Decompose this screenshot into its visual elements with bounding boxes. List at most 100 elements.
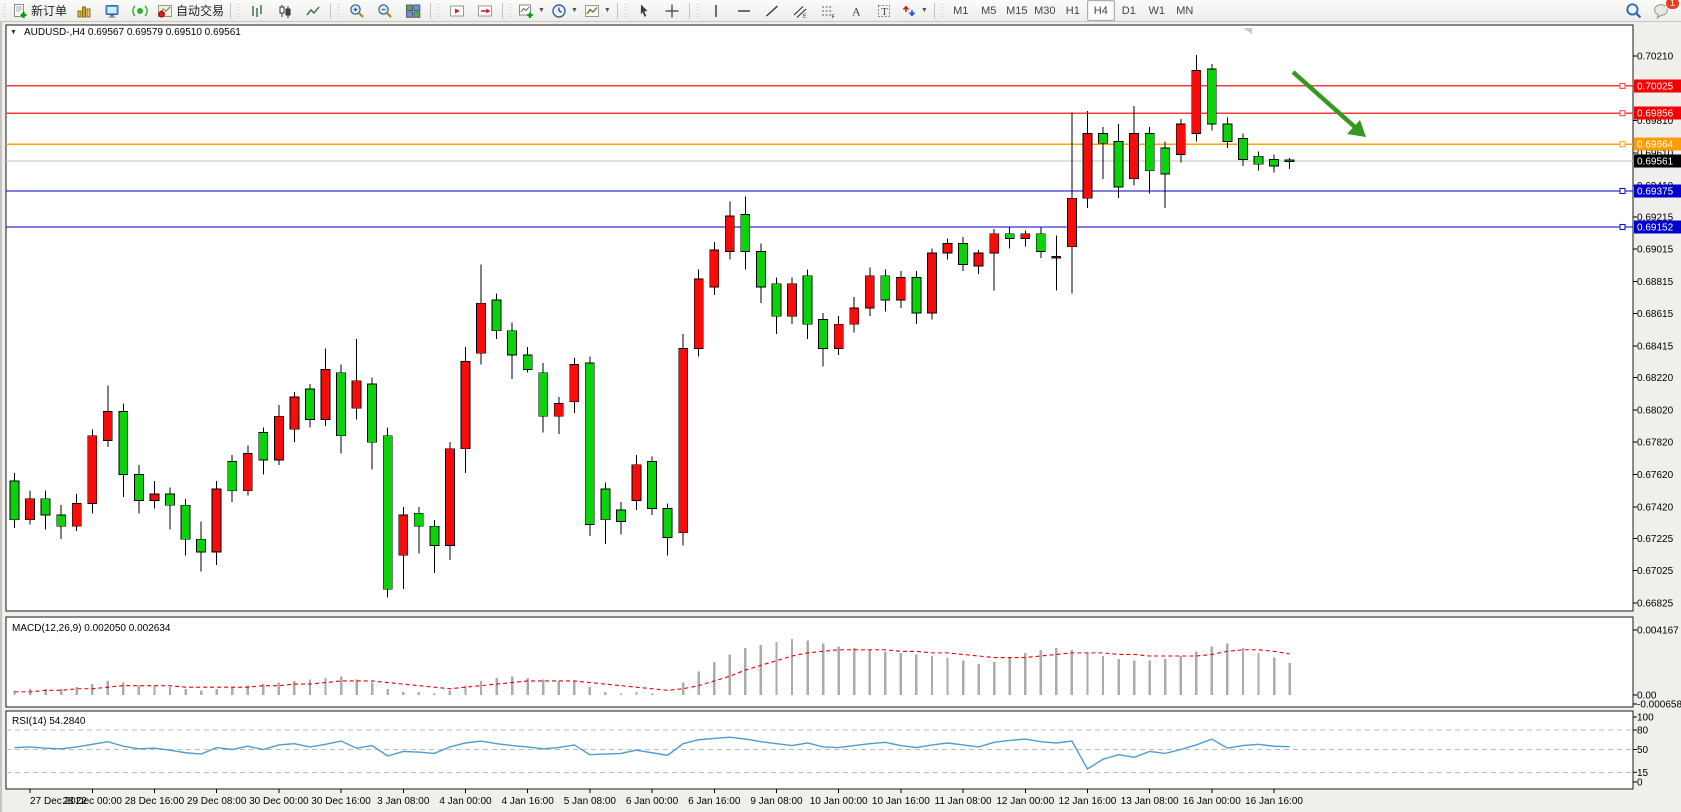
candle [803,276,812,324]
candle [134,475,143,501]
tf-m5-label: M5 [981,5,996,17]
pivot-line-price-text: 0.69664 [1637,140,1674,151]
tf-m30[interactable]: M30 [1031,0,1059,21]
toolbar-separator [230,3,231,19]
current-price-line-price-text: 0.69561 [1637,156,1674,167]
new-order-button[interactable]: 新订单 [9,0,70,21]
time-tick-label: 6 Jan 16:00 [688,796,741,807]
price-tick-label: 0.70210 [1637,52,1674,63]
new-chart-button[interactable]: ▼ [515,0,548,21]
resistance-line-2-handle[interactable] [1620,111,1625,116]
price-chart-canvas[interactable]: 0.702100.700200.698100.696100.694100.692… [0,22,1681,812]
macd-pane[interactable] [6,617,1633,707]
text-label-button[interactable]: T [870,0,898,21]
time-tick-label: 16 Jan 16:00 [1245,796,1303,807]
candle [1207,69,1216,124]
time-tick-label: 6 Jan 00:00 [626,796,679,807]
time-axis[interactable]: 27 Dec 202228 Dec 00:0028 Dec 16:0029 De… [30,789,1303,807]
dropdown-caret-icon[interactable]: ▼ [604,7,611,14]
tf-h4-label: H4 [1094,5,1108,17]
arrows-button[interactable]: ▼ [898,0,931,21]
pivot-line-handle[interactable] [1620,142,1625,147]
candle [290,397,299,429]
cursor-button[interactable] [630,0,658,21]
time-tick-label: 12 Jan 00:00 [996,796,1054,807]
tf-m5[interactable]: M5 [975,0,1003,21]
tile-windows-button[interactable] [399,0,427,21]
chart-window[interactable]: ▼ AUDUSD-,H4 0.69567 0.69579 0.69510 0.6… [0,22,1681,812]
auto-trading-button[interactable]: 自动交易 [154,0,227,21]
candle [1238,138,1247,159]
trendline-button[interactable] [758,0,786,21]
resistance-line-1-handle[interactable] [1620,83,1625,88]
templates-button[interactable]: ▼ [581,0,614,21]
svg-text:E: E [803,13,807,19]
tf-mn[interactable]: MN [1171,0,1199,21]
chevron-down-icon[interactable]: ▼ [10,29,17,36]
tf-m1-label: M1 [953,5,968,17]
tf-d1[interactable]: D1 [1115,0,1143,21]
tf-w1[interactable]: W1 [1143,0,1171,21]
vertical-line-button[interactable] [702,0,730,21]
chart-bar-window-button[interactable] [70,0,98,21]
price-axis[interactable]: 0.702100.700200.698100.696100.694100.692… [1633,52,1674,610]
fibo-icon: F [820,3,836,19]
rsi-axis-label: 0 [1637,778,1643,789]
zoom-out-button[interactable] [371,0,399,21]
horizontal-line-button[interactable] [730,0,758,21]
support-line-1-handle[interactable] [1620,188,1625,193]
time-tick-label: 30 Dec 00:00 [249,796,309,807]
dropdown-caret-icon[interactable]: ▼ [538,7,545,14]
candlestick-chart-button[interactable] [271,0,299,21]
candle [850,308,859,324]
notifications-button[interactable]: 1 [1647,0,1675,21]
periods-button[interactable]: ▼ [548,0,581,21]
candle [352,381,361,408]
crosshair-button[interactable] [658,0,686,21]
candle [103,411,112,440]
support-line-2-handle[interactable] [1620,224,1625,229]
candle [212,489,221,552]
time-tick-label: 10 Jan 16:00 [872,796,930,807]
toolbar-separator [617,3,618,19]
dropdown-caret-icon[interactable]: ▼ [571,7,578,14]
tf-h1[interactable]: H1 [1059,0,1087,21]
tf-m1[interactable]: M1 [947,0,975,21]
time-tick-label: 3 Jan 08:00 [377,796,430,807]
time-tick-label: 4 Jan 16:00 [502,796,555,807]
new-order-button-label: 新订单 [31,2,67,19]
svg-text:F: F [831,14,835,19]
market-watch-button[interactable] [98,0,126,21]
fibonacci-button[interactable]: F [814,0,842,21]
search-icon [1625,2,1642,19]
arrows-icon [901,3,917,19]
tf-m15[interactable]: M15 [1003,0,1031,21]
line-chart-button[interactable] [299,0,327,21]
autoscroll-icon [477,3,493,19]
template-icon [584,3,600,19]
channel-button[interactable]: E [786,0,814,21]
bars-icon [249,3,265,19]
toolbar-grip [237,4,241,18]
candle [1145,134,1154,171]
macd-axis-label: 0.004167 [1637,626,1679,637]
chart-shift-button[interactable] [443,0,471,21]
toolbar-grip [509,4,513,18]
candles-icon [277,3,293,19]
signals-button[interactable] [126,0,154,21]
dropdown-caret-icon[interactable]: ▼ [921,7,928,14]
toolbar-grip [941,4,945,18]
hline-icon [736,3,752,19]
price-tick-label: 0.68220 [1637,373,1674,384]
bar-chart-button[interactable] [243,0,271,21]
candle [119,411,128,474]
svg-text:T: T [881,7,888,18]
tf-h4[interactable]: H4 [1087,0,1115,21]
zoom-in-button[interactable] [343,0,371,21]
candle [648,462,657,509]
candle [150,494,159,500]
auto-scroll-button[interactable] [471,0,499,21]
candle [72,504,81,527]
text-button[interactable]: A [842,0,870,21]
search-button[interactable] [1619,0,1647,21]
